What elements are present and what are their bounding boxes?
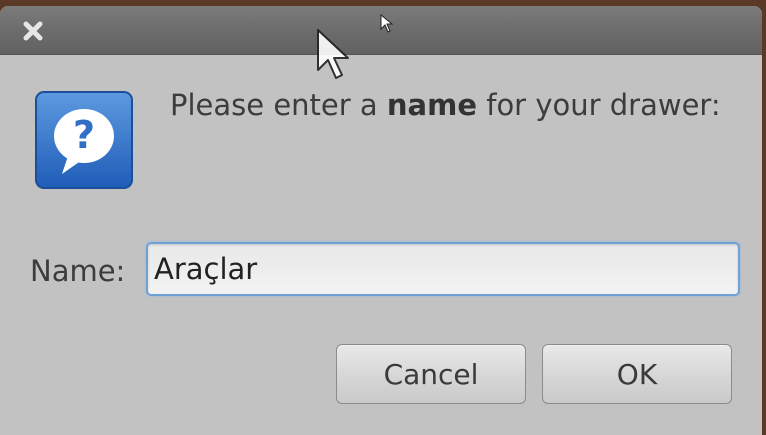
prompt-text: Please enter a name for your drawer: [170, 88, 721, 122]
titlebar[interactable] [0, 6, 762, 55]
prompt-pre: Please enter a [170, 88, 387, 122]
name-input[interactable] [146, 242, 740, 296]
name-label: Name: [30, 254, 126, 288]
prompt-post: for your drawer: [477, 88, 721, 122]
ok-button[interactable]: OK [542, 344, 732, 404]
cancel-button[interactable]: Cancel [336, 344, 526, 404]
question-icon: ? [34, 90, 134, 190]
prompt-bold: name [386, 88, 478, 122]
dialog-window: ? Please enter a name for your drawer: N… [0, 6, 762, 435]
svg-text:?: ? [73, 113, 95, 157]
close-icon[interactable] [20, 18, 46, 44]
